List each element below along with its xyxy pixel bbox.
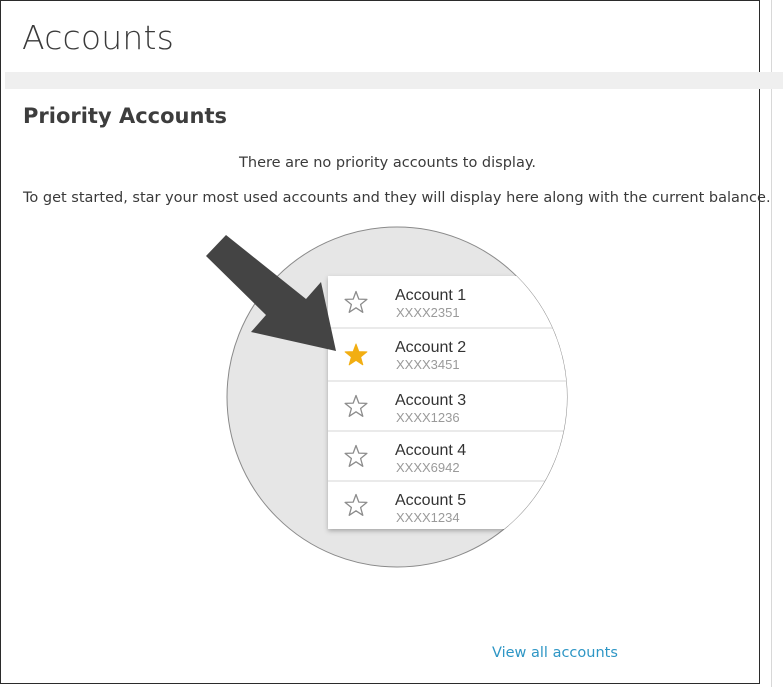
account-number: XXXX1234 bbox=[396, 510, 460, 525]
account-number: XXXX1236 bbox=[396, 410, 460, 425]
account-number: XXXX3451 bbox=[396, 357, 460, 372]
account-number: XXXX6942 bbox=[396, 460, 460, 475]
account-name: Account 1 bbox=[395, 287, 466, 304]
account-number: XXXX2351 bbox=[396, 305, 460, 320]
view-all-accounts-link[interactable]: View all accounts bbox=[492, 645, 618, 661]
account-list-preview: Account 1XXXX2351 Account 2XXXX3451 Accoun… bbox=[328, 276, 567, 529]
account-name: Account 3 bbox=[395, 392, 466, 409]
starring-illustration: Account 1XXXX2351 Account 2XXXX3451 Accoun… bbox=[206, 226, 568, 568]
account-name: Account 5 bbox=[395, 492, 466, 509]
account-name: Account 2 bbox=[395, 339, 466, 356]
account-name: Account 4 bbox=[395, 442, 466, 459]
